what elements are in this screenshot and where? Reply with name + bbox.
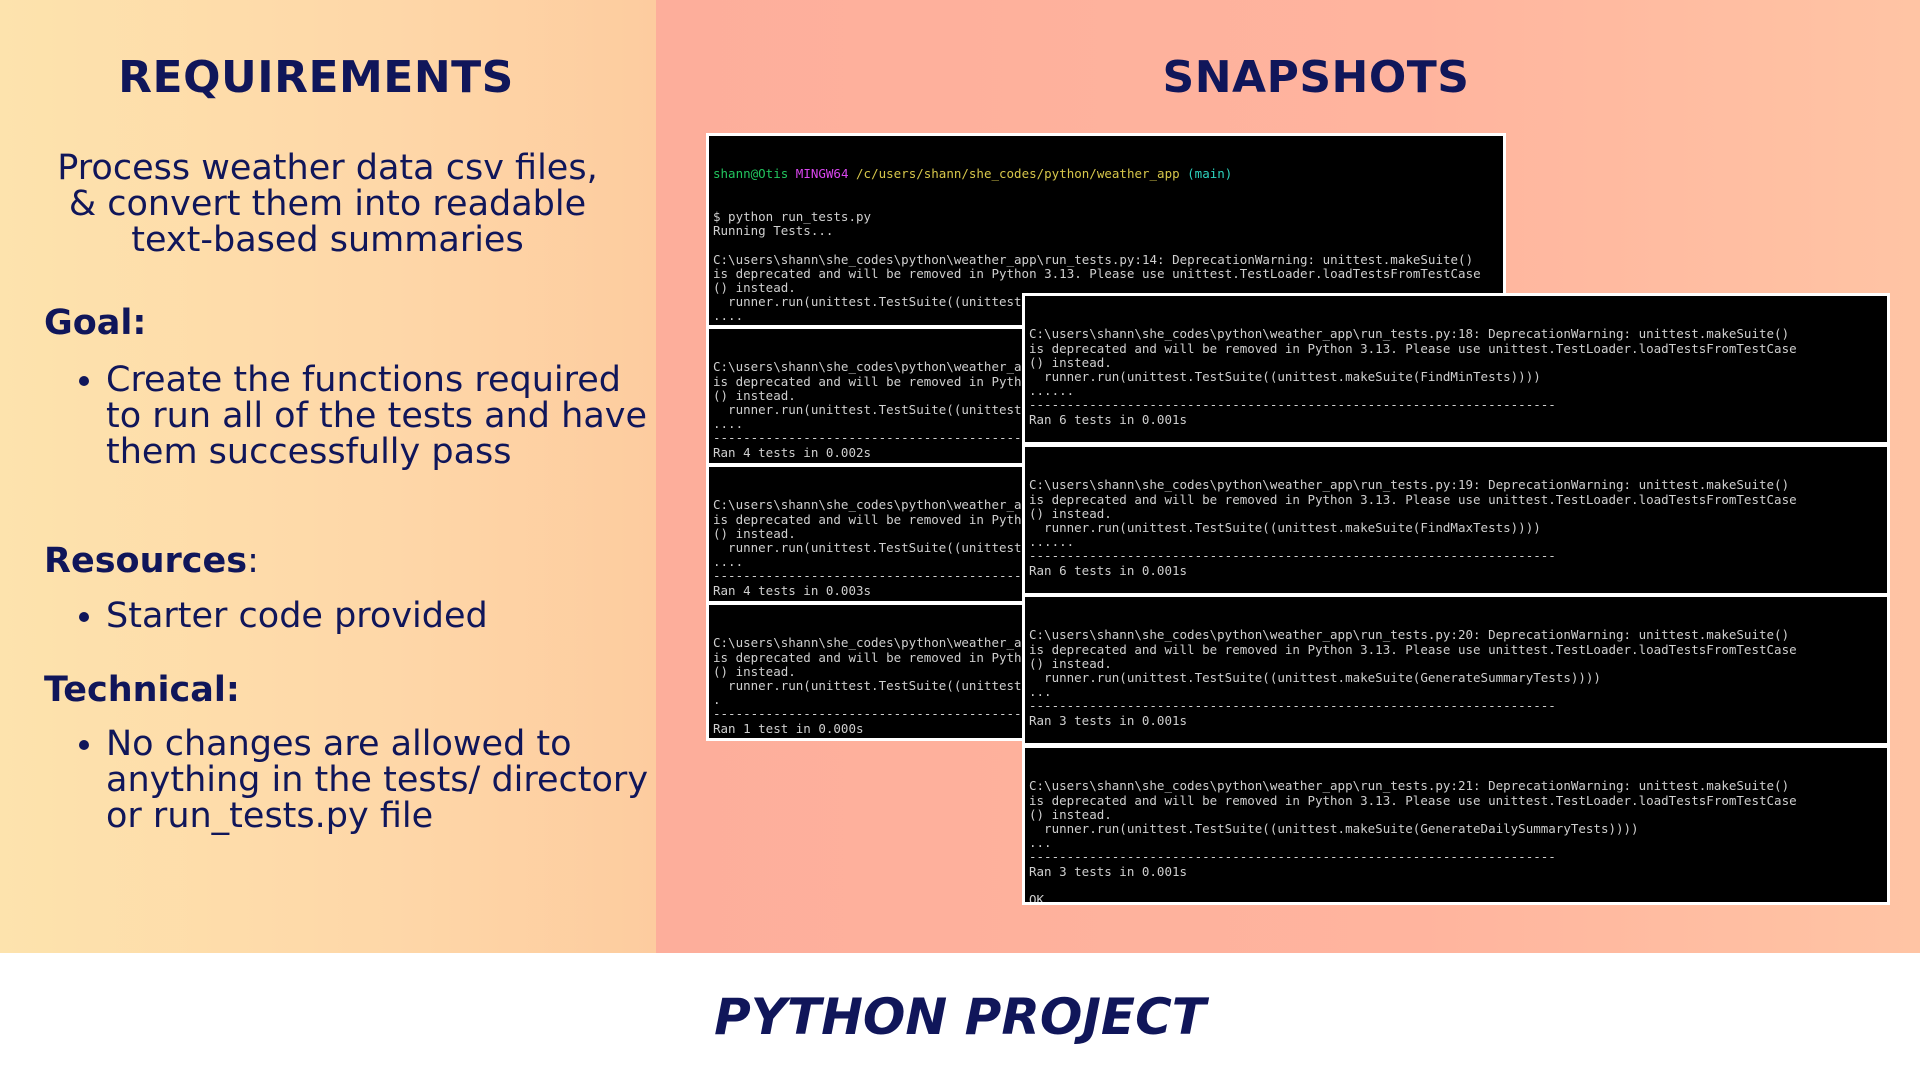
technical-heading: Technical:: [44, 670, 240, 710]
resources-list: Starter code provided: [62, 598, 666, 634]
terminal-line: is deprecated and will be removed in Pyt…: [713, 265, 1481, 281]
terminal-prompt: shann@Otis MINGW64 /c/users/shann/she_co…: [713, 167, 1499, 181]
terminal-line: Running Tests...: [713, 223, 834, 239]
terminal-line: ----------------------------------------…: [1029, 698, 1556, 714]
terminal-line: () instead.: [1029, 354, 1112, 370]
goal-list: Create the functions required to run all…: [62, 362, 666, 470]
terminal-line: Ran 3 tests in 0.001s: [1029, 712, 1188, 728]
terminal-line: C:\users\shann\she_codes\python\weather_…: [1029, 778, 1790, 794]
terminal-line: ----------------------------------------…: [1029, 849, 1556, 865]
terminal-line: Ran 6 tests in 0.001s: [1029, 411, 1188, 427]
terminal-snapshot-5: C:\users\shann\she_codes\python\weather_…: [1022, 293, 1890, 445]
terminal-line: runner.run(unittest.TestSuite((unittest.…: [1029, 821, 1639, 837]
resources-label: Resources: [44, 541, 248, 581]
requirements-heading: REQUIREMENTS: [118, 52, 514, 103]
terminal-line: () instead.: [1029, 505, 1112, 521]
terminal-line: ......: [1029, 534, 1075, 550]
terminal-line: ----------------------------------------…: [1029, 548, 1556, 564]
terminal-line: C:\users\shann\she_codes\python\weather_…: [1029, 477, 1790, 493]
terminal-line: is deprecated and will be removed in Pyt…: [1029, 340, 1797, 356]
resources-colon: :: [247, 541, 259, 581]
terminal-line: ...: [1029, 835, 1052, 851]
technical-item: No changes are allowed to anything in th…: [106, 726, 666, 834]
resources-item: Starter code provided: [106, 598, 666, 634]
terminal-line: Ran 3 tests in 0.001s: [1029, 863, 1188, 879]
terminal-line: runner.run(unittest.TestSuite((unittest.…: [1029, 670, 1601, 686]
terminal-line: Ran 6 tests in 0.001s: [1029, 562, 1188, 578]
prompt-branch: (main): [1187, 166, 1233, 182]
project-title: PYTHON PROJECT: [714, 988, 1206, 1046]
terminal-snapshot-7: C:\users\shann\she_codes\python\weather_…: [1022, 594, 1890, 746]
terminal-line: OK: [1029, 892, 1045, 905]
prompt-user: shann@Otis: [713, 166, 789, 182]
terminal-line: is deprecated and will be removed in Pyt…: [1029, 641, 1797, 657]
resources-heading: Resources:: [44, 541, 259, 581]
terminal-snapshot-8: C:\users\shann\she_codes\python\weather_…: [1022, 745, 1890, 905]
terminal-output: C:\users\shann\she_codes\python\weather_…: [1029, 326, 1883, 442]
project-description: Process weather data csv files, & conver…: [57, 148, 598, 260]
terminal-line: is deprecated and will be removed in Pyt…: [1029, 491, 1797, 507]
technical-list: No changes are allowed to anything in th…: [62, 726, 666, 834]
prompt-path: /c/users/shann/she_codes/python/weather_…: [856, 166, 1180, 182]
terminal-line: C:\users\shann\she_codes\python\weather_…: [1029, 326, 1790, 342]
terminal-line: () instead.: [1029, 806, 1112, 822]
prompt-env: MINGW64: [795, 166, 849, 182]
snapshots-heading: SNAPSHOTS: [1162, 52, 1470, 103]
terminal-line: C:\users\shann\she_codes\python\weather_…: [1029, 627, 1790, 643]
terminal-output: C:\users\shann\she_codes\python\weather_…: [1029, 477, 1883, 593]
terminal-line: () instead.: [1029, 655, 1112, 671]
terminal-line: ......: [1029, 383, 1075, 399]
terminal-line: runner.run(unittest.TestSuite((unittest.…: [1029, 369, 1541, 385]
terminal-line: is deprecated and will be removed in Pyt…: [1029, 792, 1797, 808]
goal-heading: Goal:: [44, 303, 147, 343]
terminal-snapshot-6: C:\users\shann\she_codes\python\weather_…: [1022, 444, 1890, 596]
terminal-line: $ python run_tests.py: [713, 209, 872, 225]
terminal-line: ...: [1029, 684, 1052, 700]
terminal-line: C:\users\shann\she_codes\python\weather_…: [713, 251, 1474, 267]
goal-item: Create the functions required to run all…: [106, 362, 666, 470]
terminal-line: ----------------------------------------…: [1029, 397, 1556, 413]
terminal-output: C:\users\shann\she_codes\python\weather_…: [1029, 778, 1883, 905]
terminal-output: C:\users\shann\she_codes\python\weather_…: [1029, 627, 1883, 743]
terminal-line: runner.run(unittest.TestSuite((unittest.…: [1029, 520, 1541, 536]
